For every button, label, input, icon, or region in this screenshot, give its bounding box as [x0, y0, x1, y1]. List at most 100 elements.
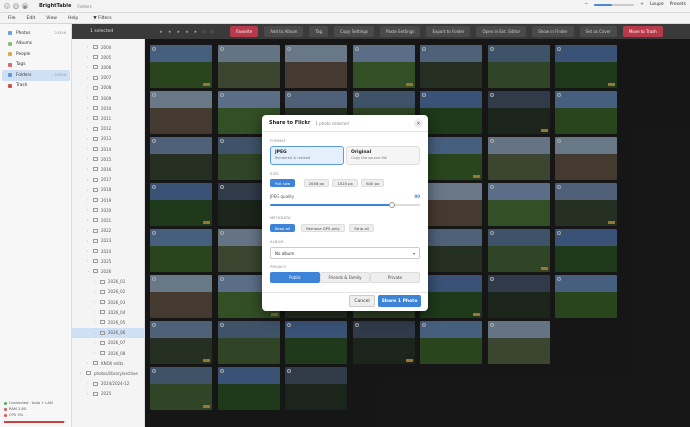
size-chip[interactable]: 1024 px	[332, 179, 358, 187]
folder-item[interactable]: › 2021	[72, 215, 145, 225]
sidebar-item-folders[interactable]: Folders 24356	[2, 70, 70, 81]
chevron-right-icon[interactable]: ›	[87, 188, 91, 192]
menu-help[interactable]: Help	[68, 16, 78, 21]
folder-item[interactable]: › 2013	[72, 134, 145, 144]
rating-star-icon[interactable]: ★	[185, 29, 189, 34]
metadata-chip[interactable]: Keep all	[270, 224, 296, 232]
metadata-chip[interactable]: Strip all	[349, 224, 374, 232]
folder-item[interactable]: › 2025	[72, 256, 145, 266]
folder-item[interactable]: › photos/library/archive	[72, 368, 145, 378]
chevron-right-icon[interactable]: ›	[94, 320, 98, 324]
size-chip[interactable]: Full size	[270, 179, 296, 187]
format-original-option[interactable]: Original Copy the source file	[346, 146, 420, 165]
action-export-to-folder-button[interactable]: Export to Folder	[426, 26, 471, 37]
action-tag-button[interactable]: Tag	[309, 26, 329, 37]
action-copy-settings-button[interactable]: Copy Settings	[334, 26, 374, 37]
zoom-out-icon[interactable]: −	[584, 2, 588, 7]
chevron-right-icon[interactable]: ›	[87, 76, 91, 80]
sidebar-item-tags[interactable]: Tags	[2, 60, 70, 71]
folder-item[interactable]: › 2010	[72, 103, 145, 113]
chevron-right-icon[interactable]: ›	[94, 300, 98, 304]
folder-item[interactable]: › 2016	[72, 164, 145, 174]
folder-item[interactable]: › 2004	[72, 42, 145, 52]
size-chip[interactable]: 640 px	[361, 179, 385, 187]
folder-item[interactable]: › 2026_01	[72, 277, 145, 287]
chevron-right-icon[interactable]: ›	[94, 331, 98, 335]
action-open-in-ext-editor-button[interactable]: Open in Ext. Editor	[476, 26, 527, 37]
folder-item[interactable]: › 2026_08	[72, 348, 145, 358]
folder-item[interactable]: › 2009	[72, 93, 145, 103]
chevron-right-icon[interactable]: ›	[87, 382, 91, 386]
chevron-right-icon[interactable]: ›	[87, 361, 91, 365]
rating-star-icon[interactable]: ○	[211, 29, 215, 34]
chevron-right-icon[interactable]: ›	[94, 290, 98, 294]
quality-slider[interactable]	[270, 202, 420, 208]
privacy-option[interactable]: Public	[270, 272, 320, 283]
privacy-option[interactable]: Friends & Family	[320, 272, 370, 283]
chevron-right-icon[interactable]: ›	[94, 351, 98, 355]
folder-item[interactable]: › 2011	[72, 113, 145, 123]
chevron-right-icon[interactable]: ›	[87, 65, 91, 69]
folder-item[interactable]: › 2022	[72, 226, 145, 236]
folder-item[interactable]: › 2015	[72, 154, 145, 164]
folder-item[interactable]: › 2026_03	[72, 297, 145, 307]
chevron-right-icon[interactable]: ›	[87, 116, 91, 120]
filters-button[interactable]: ▼ Filters	[93, 16, 111, 21]
sidebar-item-albums[interactable]: Albums	[2, 39, 70, 50]
chevron-down-icon[interactable]: ⌄	[87, 269, 91, 273]
layout-icon[interactable]: ▢	[13, 3, 19, 9]
chevron-right-icon[interactable]: ›	[87, 218, 91, 222]
folder-item[interactable]: › 2007	[72, 73, 145, 83]
folder-item[interactable]: › 2026_05	[72, 317, 145, 327]
chevron-right-icon[interactable]: ›	[87, 178, 91, 182]
chevron-right-icon[interactable]: ›	[87, 249, 91, 253]
loupe-button[interactable]: Loupe	[650, 2, 664, 7]
folder-item[interactable]: › 2026_06	[72, 327, 145, 338]
folder-item[interactable]: › 2020	[72, 205, 145, 215]
rating-star-icon[interactable]: ★	[176, 29, 180, 34]
folder-item[interactable]: › 2018	[72, 185, 145, 195]
chevron-right-icon[interactable]: ›	[87, 86, 91, 90]
folder-item[interactable]: › 2024/2024-12	[72, 379, 145, 389]
action-set-as-cover-button[interactable]: Set as Cover	[579, 26, 617, 37]
menu-file[interactable]: File	[8, 16, 16, 21]
cancel-button[interactable]: Cancel	[349, 295, 375, 307]
folder-item[interactable]: › 2026_07	[72, 338, 145, 348]
folder-item[interactable]: ⌄ 2026	[72, 266, 145, 276]
chevron-right-icon[interactable]: ›	[94, 341, 98, 345]
rating-star-icon[interactable]: ★	[194, 29, 198, 34]
presets-button[interactable]: Presets	[670, 2, 686, 7]
album-select[interactable]: No album ▾	[270, 247, 420, 259]
folder-item[interactable]: › 2014	[72, 144, 145, 154]
rating-star-icon[interactable]: ○	[202, 29, 206, 34]
chevron-right-icon[interactable]: ›	[87, 167, 91, 171]
chevron-right-icon[interactable]: ›	[94, 310, 98, 314]
action-move-to-trash-button[interactable]: Move to Trash	[622, 26, 663, 37]
folder-item[interactable]: › 2006	[72, 62, 145, 72]
action-show-in-finder-button[interactable]: Show in Finder	[532, 26, 574, 37]
folder-item[interactable]: › 2024	[72, 246, 145, 256]
zoom-in-icon[interactable]: +	[640, 2, 644, 7]
metadata-chip[interactable]: Remove GPS only	[301, 224, 345, 232]
folder-item[interactable]: › 2026_04	[72, 307, 145, 317]
rating-star-icon[interactable]: ★	[159, 29, 163, 34]
chevron-right-icon[interactable]: ›	[94, 280, 98, 284]
size-chip[interactable]: 2048 px	[303, 179, 330, 187]
rating-star-icon[interactable]: ★	[168, 29, 172, 34]
chevron-right-icon[interactable]: ›	[87, 137, 91, 141]
chevron-right-icon[interactable]: ›	[87, 229, 91, 233]
folder-item[interactable]: › 2008	[72, 83, 145, 93]
close-icon[interactable]: ×	[414, 119, 423, 128]
sidebar-item-trash[interactable]: Trash	[2, 81, 70, 92]
chevron-right-icon[interactable]: ›	[87, 198, 91, 202]
chevron-right-icon[interactable]: ›	[87, 208, 91, 212]
sidebar-item-people[interactable]: People	[2, 49, 70, 60]
action-paste-settings-button[interactable]: Paste Settings	[379, 26, 421, 37]
zoom-slider[interactable]	[594, 3, 635, 6]
action-favorite-button[interactable]: Favorite	[230, 26, 259, 37]
folder-item[interactable]: › 2025	[72, 389, 145, 399]
back-icon[interactable]: ‹	[4, 3, 10, 9]
chevron-right-icon[interactable]: ›	[87, 106, 91, 110]
chevron-right-icon[interactable]: ›	[87, 259, 91, 263]
folder-item[interactable]: › 2005	[72, 52, 145, 62]
